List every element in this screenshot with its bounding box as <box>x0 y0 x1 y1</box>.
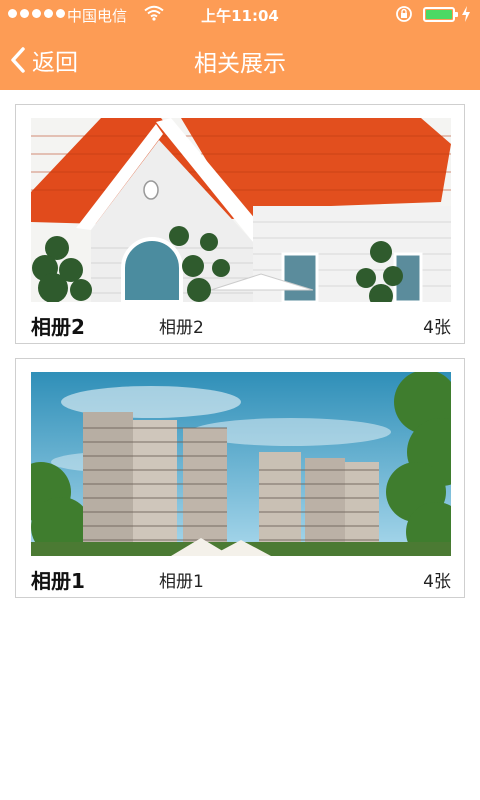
album-card[interactable]: 相册1 相册1 4张 <box>15 358 465 598</box>
album-card[interactable]: 相册2 相册2 4张 <box>15 104 465 344</box>
album-description: 相册1 <box>159 572 204 592</box>
album-description: 相册2 <box>159 318 204 338</box>
album-name: 相册2 <box>31 315 85 339</box>
status-bar: 中国电信 上午11:04 <box>0 0 480 30</box>
album-thumbnail <box>31 372 451 556</box>
battery-level <box>426 10 452 19</box>
rotation-lock-icon <box>395 5 413 27</box>
battery-icon <box>423 7 458 22</box>
album-name: 相册1 <box>31 569 85 593</box>
album-photo-count: 4张 <box>423 318 451 338</box>
page-title: 相关展示 <box>194 51 286 77</box>
album-info-row: 相册1 相册1 4张 <box>31 559 451 594</box>
top-bar: 中国电信 上午11:04 返回 相关展示 <box>0 0 480 90</box>
album-info-row: 相册2 相册2 4张 <box>31 305 451 340</box>
charging-bolt-icon <box>461 5 471 27</box>
album-thumbnail <box>31 118 451 302</box>
navigation-bar: 返回 相关展示 <box>0 30 480 90</box>
album-photo-count: 4张 <box>423 572 451 592</box>
